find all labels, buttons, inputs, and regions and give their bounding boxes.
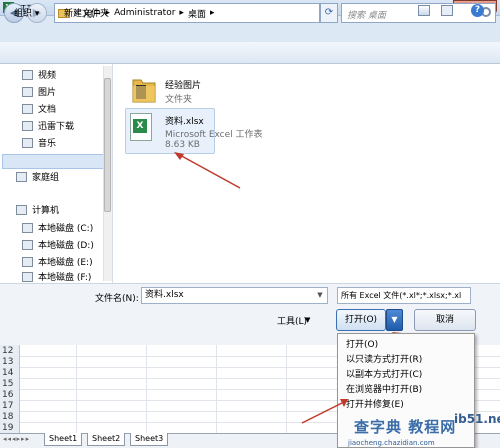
drive-icon (22, 256, 33, 267)
grid-line (76, 345, 77, 433)
menu-item-open-readonly[interactable]: 以只读方式打开(R) (346, 352, 422, 365)
nav-item-label: 音乐 (38, 139, 57, 149)
view-options-icon[interactable] (418, 5, 430, 16)
tools-button[interactable]: 工具(L) (277, 314, 307, 327)
nav-item-pictures[interactable]: 图片 (22, 85, 56, 98)
nav-item-label: 本地磁盘 (D:) (38, 241, 94, 251)
nav-item-thunder-downloads[interactable]: 迅雷下载 (22, 119, 74, 132)
nav-item-homegroup[interactable]: 家庭组 (16, 170, 59, 183)
nav-item-label: 本地磁盘 (E:) (38, 258, 93, 268)
sheet-tab[interactable]: Sheet1 (44, 433, 83, 446)
video-library-icon (22, 69, 33, 80)
pictures-library-icon (22, 86, 33, 97)
chevron-down-icon[interactable]: ▼ (314, 289, 326, 302)
nav-item-videos[interactable]: 视频 (22, 68, 56, 81)
watermark-sub: jiaocheng.chazidian.com (348, 439, 435, 447)
nav-item-documents[interactable]: 文档 (22, 102, 56, 115)
menu-item-open-copy[interactable]: 以副本方式打开(C) (346, 367, 422, 380)
file-name[interactable]: 经验图片 (165, 78, 201, 91)
refresh-icon[interactable]: ⟳ (320, 3, 338, 23)
sheet-nav-arrows[interactable]: ◂◂◂▸▸▸ (3, 435, 30, 443)
watermark-site: ib51.net (454, 412, 500, 426)
new-folder-button[interactable]: 新建文件夹 (64, 6, 109, 19)
file-type: Microsoft Excel 工作表 (165, 130, 263, 140)
nav-item-label: 图片 (38, 88, 57, 98)
breadcrumb-administrator[interactable]: Administrator (114, 8, 175, 18)
nav-scrollbar-thumb[interactable] (104, 78, 111, 212)
drive-icon (22, 239, 33, 250)
drive-icon (22, 222, 33, 233)
organize-button[interactable]: 组织 ▾ (14, 6, 39, 19)
documents-library-icon (22, 103, 33, 114)
sheet-tab[interactable]: Sheet3 (130, 433, 169, 446)
grid-line (146, 345, 147, 433)
open-options-dropdown[interactable]: ▼ (386, 309, 403, 331)
nav-item-label: 本地磁盘 (F:) (38, 273, 92, 283)
drive-icon (22, 271, 33, 282)
menu-item-open-in-browser[interactable]: 在浏览器中打开(B) (346, 382, 422, 395)
nav-item-label: 家庭组 (32, 173, 60, 183)
help-icon[interactable]: ? (471, 4, 484, 17)
breadcrumb-separator[interactable]: ▸ (210, 8, 215, 18)
excel-icon: X (133, 119, 147, 133)
annotation-arrow (301, 399, 348, 424)
nav-item-label: 计算机 (32, 206, 60, 216)
search-placeholder: 搜索 桌面 (347, 11, 386, 21)
chevron-down-icon[interactable]: ▼ (305, 316, 310, 324)
breadcrumb-separator[interactable]: ▸ (179, 8, 184, 18)
command-bar (0, 42, 500, 64)
nav-item-label: 文档 (38, 105, 57, 115)
nav-item-drive-f[interactable]: 本地磁盘 (F:) (22, 270, 91, 283)
filetype-select[interactable]: 所有 Excel 文件(*.xl*;*.xlsx;*.xl (337, 287, 471, 304)
open-button[interactable]: 打开(O) (336, 309, 386, 331)
file-type: 文件夹 (165, 95, 193, 105)
computer-icon (16, 204, 27, 215)
download-icon (22, 120, 33, 131)
filename-label: 文件名(N): (95, 294, 139, 304)
homegroup-icon (16, 171, 27, 182)
watermark: 查字典 教程网 jiaocheng.chazidian.com ib51.net (346, 408, 500, 448)
nav-item-computer[interactable]: 计算机 (16, 203, 59, 216)
filename-input[interactable]: 资料.xlsx (141, 287, 328, 304)
nav-item-label: 本地磁盘 (C:) (38, 224, 94, 234)
sheet-tab[interactable]: Sheet2 (87, 433, 126, 446)
nav-item-drive-d[interactable]: 本地磁盘 (D:) (22, 238, 94, 251)
breadcrumb-desktop[interactable]: 桌面 (188, 7, 206, 20)
nav-selection-highlight (2, 154, 105, 169)
nav-item-label: 视频 (38, 71, 57, 81)
music-library-icon (22, 137, 33, 148)
menu-item-open[interactable]: 打开(O) (346, 337, 378, 350)
preview-pane-icon[interactable] (441, 5, 453, 16)
folder-icon[interactable] (132, 74, 156, 104)
nav-item-music[interactable]: 音乐 (22, 136, 56, 149)
watermark-main: 查字典 教程网 (354, 418, 457, 436)
grid-line (286, 345, 287, 433)
file-name[interactable]: 资料.xlsx (165, 114, 204, 127)
cancel-button[interactable]: 取消 (414, 309, 476, 331)
annotation-arrow (174, 152, 241, 189)
grid-line (216, 345, 217, 433)
nav-item-drive-c[interactable]: 本地磁盘 (C:) (22, 221, 93, 234)
nav-item-label: 迅雷下载 (38, 122, 75, 132)
nav-item-drive-e[interactable]: 本地磁盘 (E:) (22, 255, 93, 268)
